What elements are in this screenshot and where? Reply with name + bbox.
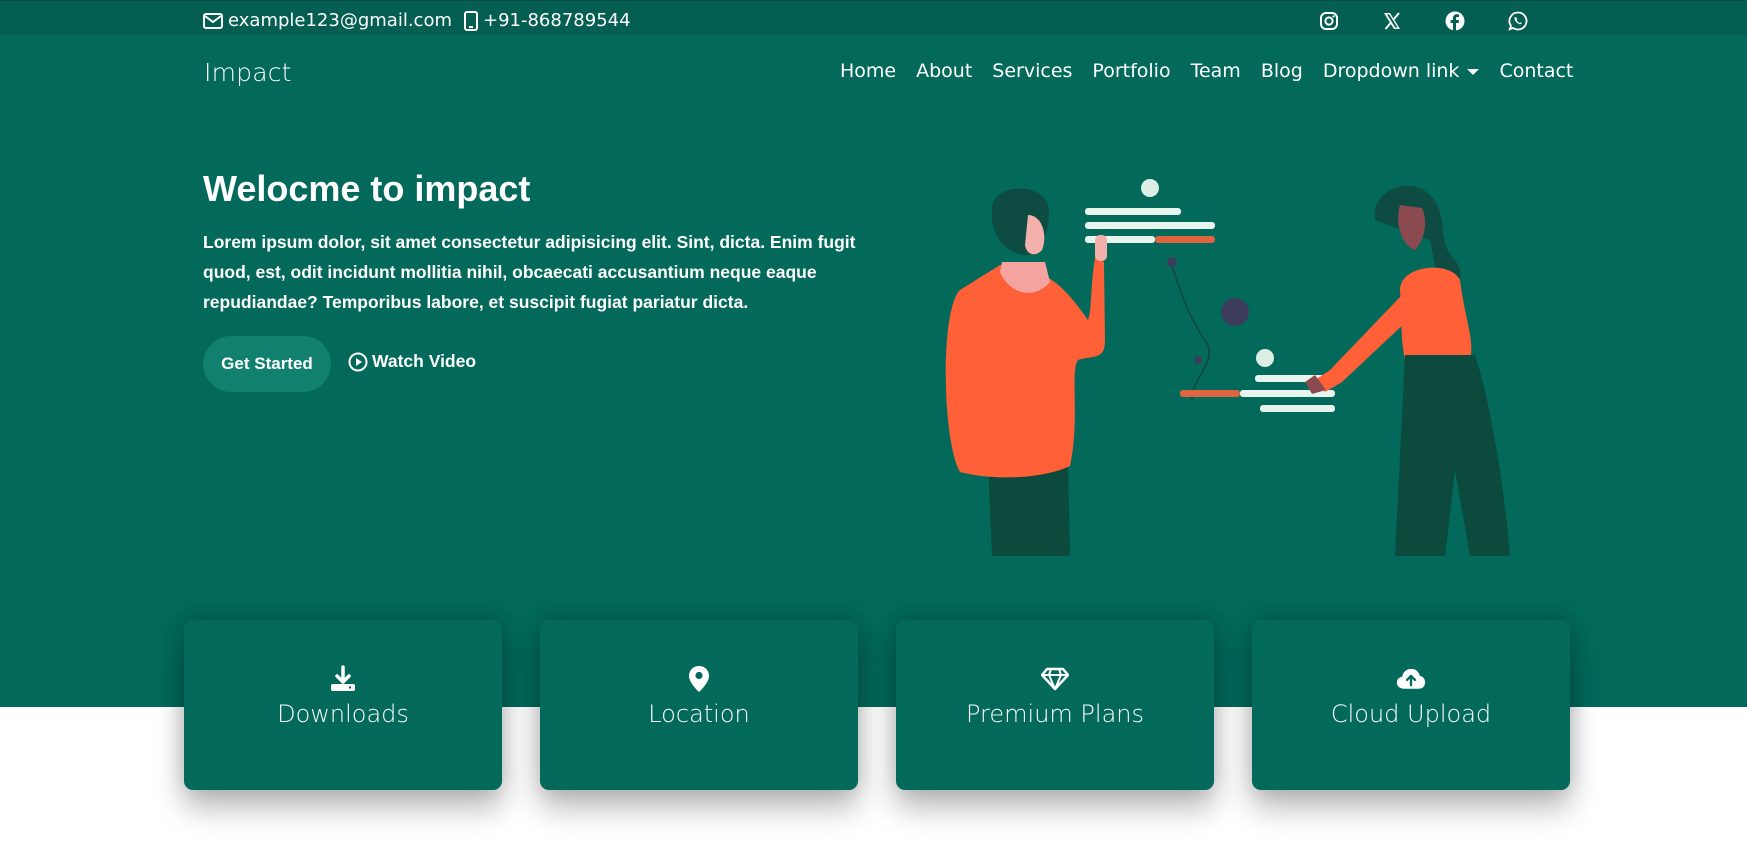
feature-cards: Downloads Location Premium Plans Cloud U… (184, 620, 1608, 790)
card-label: Downloads (277, 700, 409, 728)
play-circle-icon (348, 352, 368, 371)
nav-team[interactable]: Team (1191, 60, 1241, 82)
contact-info: example123@gmail.com +91-868789544 (203, 10, 643, 31)
nav-about[interactable]: About (916, 60, 972, 82)
card-label: Premium Plans (966, 700, 1144, 728)
watch-video-label: Watch Video (372, 351, 477, 371)
main-nav: Home About Services Portfolio Team Blog … (840, 60, 1573, 82)
download-icon (328, 664, 358, 694)
x-icon[interactable] (1381, 10, 1403, 32)
gem-icon (1040, 664, 1070, 694)
caret-down-icon (1467, 69, 1480, 75)
card-downloads[interactable]: Downloads (184, 620, 502, 790)
watch-video-button[interactable]: Watch Video (348, 351, 476, 372)
card-label: Cloud Upload (1330, 700, 1492, 728)
phone-icon (464, 10, 478, 31)
hero-lead: Lorem ipsum dolor, sit amet consectetur … (203, 232, 856, 312)
email-item[interactable]: example123@gmail.com (203, 10, 452, 31)
nav-dropdown-label: Dropdown link (1322, 60, 1460, 82)
card-location[interactable]: Location (540, 620, 858, 790)
card-premium-plans[interactable]: Premium Plans (896, 620, 1214, 790)
whatsapp-icon[interactable] (1507, 10, 1529, 32)
nav-blog[interactable]: Blog (1261, 60, 1303, 82)
nav-portfolio[interactable]: Portfolio (1092, 60, 1170, 82)
location-pin-icon (684, 664, 714, 694)
facebook-icon[interactable] (1444, 10, 1466, 32)
hero-illustration (945, 179, 1510, 556)
phone-item[interactable]: +91-868789544 (464, 10, 631, 31)
nav-contact[interactable]: Contact (1499, 60, 1573, 82)
cloud-upload-icon (1396, 664, 1426, 694)
nav-dropdown[interactable]: Dropdown link (1323, 60, 1480, 82)
top-bar: example123@gmail.com +91-868789544 (0, 0, 1747, 35)
phone-text: +91-868789544 (483, 10, 631, 31)
social-links (1318, 10, 1570, 32)
nav-home[interactable]: Home (840, 60, 896, 82)
card-cloud-upload[interactable]: Cloud Upload (1252, 620, 1570, 790)
card-label: Location (648, 700, 750, 728)
get-started-button[interactable]: Get Started (203, 336, 331, 392)
nav-services[interactable]: Services (992, 60, 1072, 82)
email-text: example123@gmail.com (228, 10, 452, 31)
envelope-icon (203, 12, 223, 29)
hero-title: Welocme to impact (203, 168, 531, 209)
instagram-icon[interactable] (1318, 10, 1340, 32)
brand-logo[interactable]: Impact (204, 58, 292, 87)
